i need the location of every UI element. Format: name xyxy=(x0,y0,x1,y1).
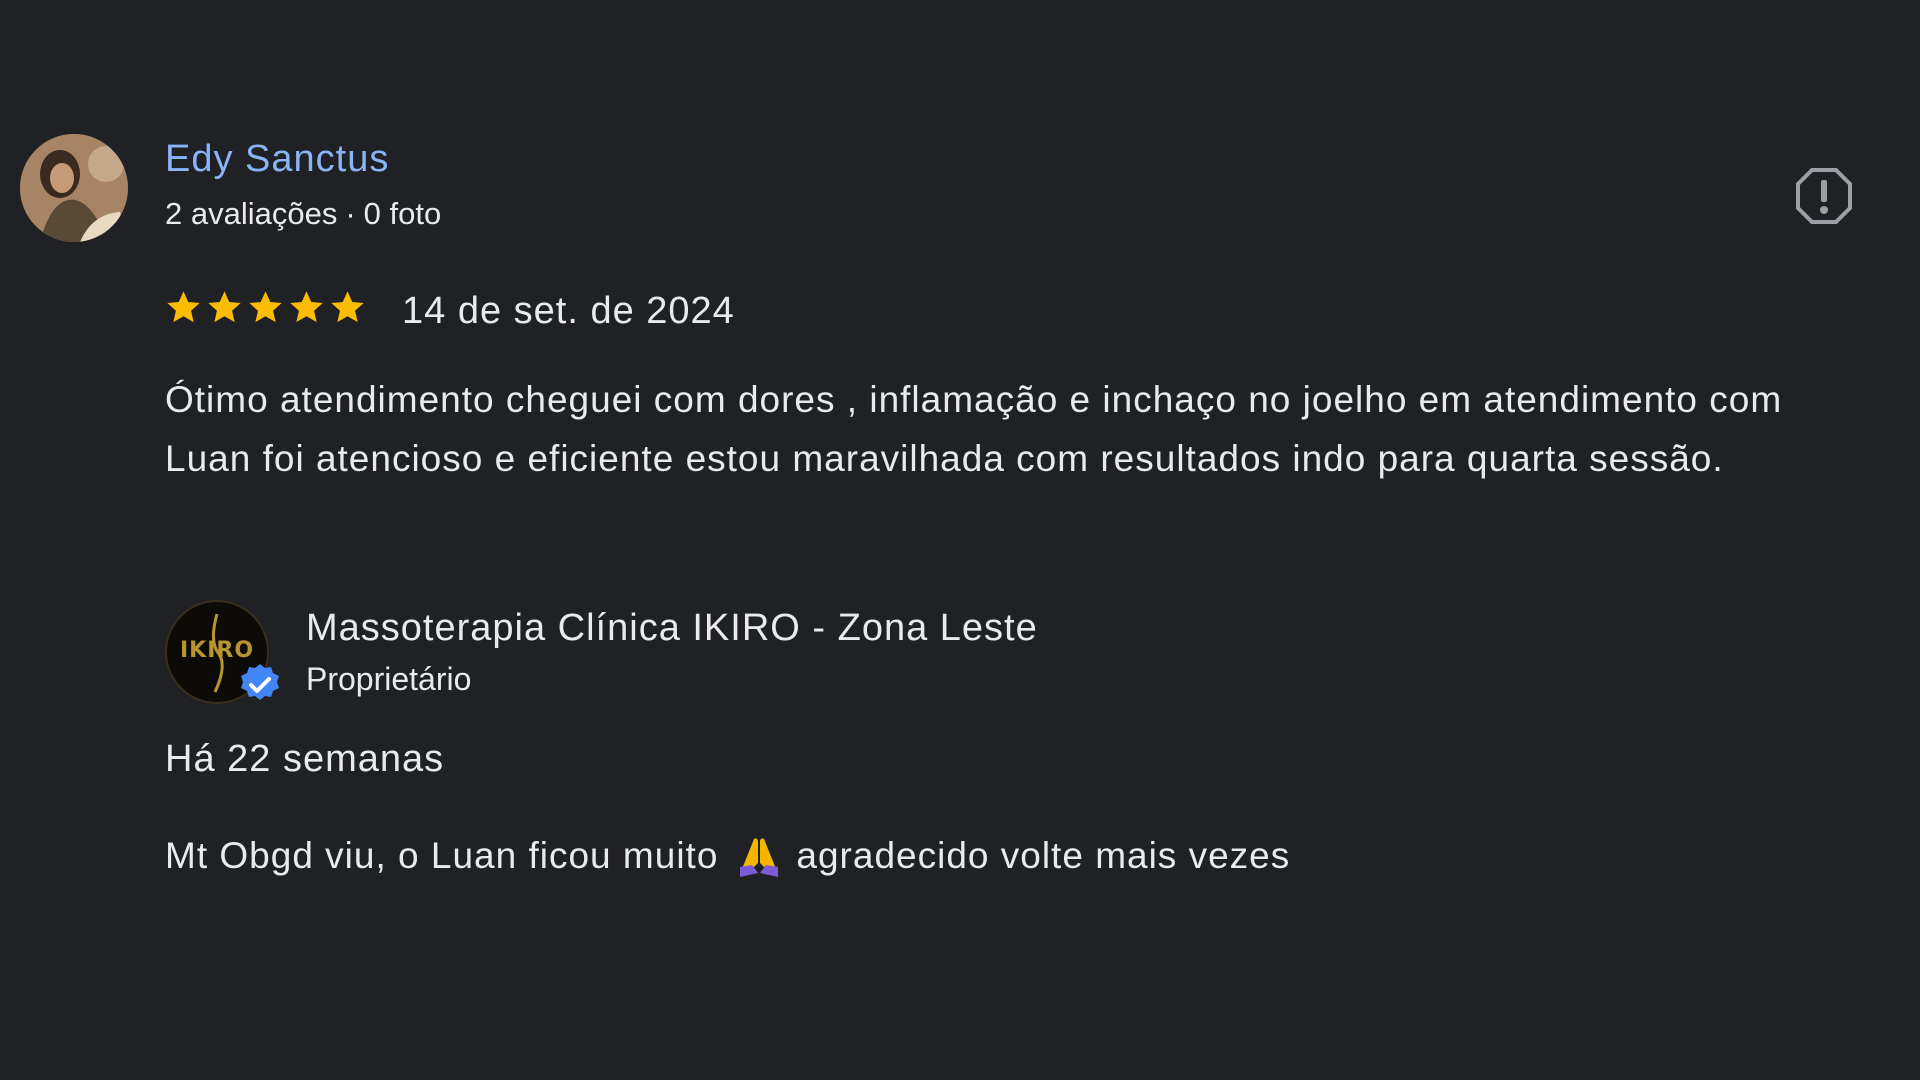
flag-report-icon[interactable] xyxy=(1794,166,1854,226)
user-photo-avatar-icon xyxy=(20,134,128,242)
review-text: Ótimo atendimento cheguei com dores , in… xyxy=(165,379,1783,479)
verified-check-icon xyxy=(241,664,279,700)
star-icon xyxy=(331,291,364,323)
review-card: Edy Sanctus 2 avaliações · 0 foto 14 de se… xyxy=(0,0,1920,1080)
star-icon xyxy=(167,291,200,323)
star-icon xyxy=(290,291,323,323)
reply-text-start: Mt Obgd viu, o Luan ficou muito xyxy=(165,835,719,876)
star-icon xyxy=(249,291,282,323)
owner-name: Massoterapia Clínica IKIRO - Zona Leste xyxy=(306,607,1038,649)
photos-count: 0 foto xyxy=(363,196,442,231)
owner-logo-text: IKIRO xyxy=(179,638,255,663)
reply-text: Mt Obgd viu, o Luan ficou muito agradeci… xyxy=(165,833,1290,879)
review-date: 14 de set. de 2024 xyxy=(402,290,735,332)
reply-text-end: agradecido volte mais vezes xyxy=(796,835,1291,876)
star-icon xyxy=(208,291,241,323)
folded-hands-emoji-icon xyxy=(740,838,779,877)
owner-role: Proprietário xyxy=(306,661,472,697)
reviewer-name-link[interactable]: Edy Sanctus xyxy=(165,138,389,181)
reviewer-avatar[interactable] xyxy=(20,134,128,242)
reviews-count: 2 avaliações xyxy=(165,196,338,231)
meta-separator: · xyxy=(345,196,356,231)
reply-date: Há 22 semanas xyxy=(165,738,445,780)
star-rating xyxy=(165,289,366,326)
owner-logo: IKIRO xyxy=(165,600,279,704)
reviewer-meta: 2 avaliações · 0 foto xyxy=(165,196,441,232)
